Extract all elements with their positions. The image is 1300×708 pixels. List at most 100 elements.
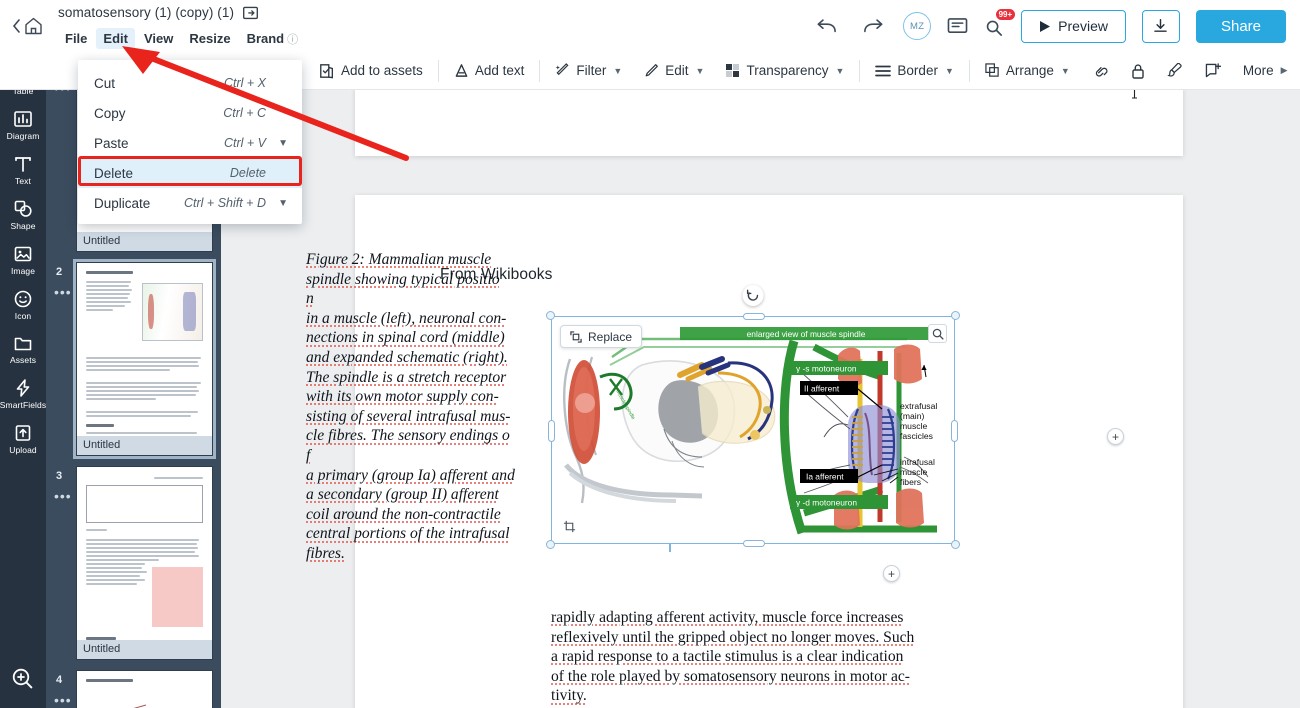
- left-tool-rail: Table Diagram Text Shape Image Icon Asse…: [0, 52, 46, 708]
- menu-item-delete[interactable]: Delete Delete: [78, 158, 302, 188]
- chevron-right-icon: ▶: [1280, 65, 1288, 75]
- add-to-assets-button[interactable]: Add to assets: [308, 58, 434, 84]
- resize-handle-tl[interactable]: [546, 311, 555, 320]
- page-card-3[interactable]: 3 ••• Untitled: [46, 466, 221, 660]
- document-title[interactable]: somatosensory (1) (copy) (1): [58, 5, 234, 20]
- download-button[interactable]: [1141, 9, 1180, 43]
- lock-icon: [1132, 63, 1144, 79]
- lock-button[interactable]: [1120, 58, 1156, 84]
- sidebar-item-text[interactable]: Text: [0, 154, 46, 186]
- filter-wand-icon: [556, 63, 569, 76]
- resize-handle-left[interactable]: [548, 420, 555, 442]
- selected-image-object[interactable]: muscle spindle enlarged view of muscle s…: [546, 285, 960, 549]
- body-line-4: of the role played by somatosensory neur…: [551, 667, 910, 685]
- resize-handle-bottom[interactable]: [743, 540, 765, 547]
- page-options-button-3[interactable]: •••: [54, 489, 72, 503]
- caption-line-12: a primary (group Ia) afferent and: [306, 466, 515, 484]
- image-zoom-button[interactable]: [928, 324, 947, 343]
- move-to-folder-icon[interactable]: [242, 4, 259, 21]
- sidebar-label-upload: Upload: [9, 445, 37, 455]
- brand-info-icon[interactable]: ⓘ: [287, 34, 298, 46]
- resize-handle-bl[interactable]: [546, 540, 555, 549]
- transparency-button[interactable]: Transparency ▼: [715, 58, 855, 84]
- resize-handle-right[interactable]: [951, 420, 958, 442]
- image-add-below-button[interactable]: +: [883, 565, 900, 582]
- add-text-button[interactable]: Add text: [443, 58, 536, 84]
- back-home-button[interactable]: [0, 0, 56, 52]
- page-options-button-2[interactable]: •••: [54, 285, 72, 299]
- chevron-down-icon-2: ▼: [695, 65, 705, 76]
- replace-image-button[interactable]: Replace: [560, 325, 643, 348]
- page-caption[interactable]: Untitled: [77, 232, 212, 251]
- figure-caption-textbox[interactable]: Figure 2: Mammalian muscle spindle showi…: [306, 250, 538, 564]
- preview-button[interactable]: Preview: [1021, 9, 1126, 43]
- redo-button[interactable]: [861, 17, 885, 35]
- page-caption-2[interactable]: Untitled: [77, 436, 212, 455]
- undo-button[interactable]: [815, 17, 839, 35]
- menu-edit[interactable]: Edit: [96, 28, 135, 49]
- menu-item-copy[interactable]: Copy Ctrl + C: [78, 98, 302, 128]
- link-button[interactable]: [1081, 58, 1120, 84]
- menu-view[interactable]: View: [137, 28, 180, 49]
- page-sheet-previous[interactable]: [355, 90, 1183, 156]
- image-add-right-button[interactable]: +: [1107, 428, 1124, 445]
- page-card-4[interactable]: 4 •••: [46, 670, 221, 708]
- menu-resize[interactable]: Resize: [182, 28, 237, 49]
- more-button[interactable]: More ▶: [1232, 58, 1299, 84]
- chevron-down-icon-paste[interactable]: ▼: [270, 138, 288, 149]
- add-text-label: Add text: [474, 63, 525, 78]
- page-thumbnail-4[interactable]: Untitled: [76, 670, 213, 708]
- arrange-button[interactable]: Arrange ▼: [974, 58, 1081, 84]
- menu-item-duplicate[interactable]: Duplicate Ctrl + Shift + D ▼: [78, 188, 302, 218]
- canvas-zoom-button[interactable]: [0, 666, 46, 692]
- share-label: Share: [1220, 17, 1261, 35]
- sidebar-item-shape[interactable]: Shape: [0, 199, 46, 231]
- chevron-down-icon-3: ▼: [835, 65, 845, 76]
- app-root: somatosensory (1) (copy) (1) File Edit V…: [0, 0, 1300, 708]
- edit-image-button[interactable]: Edit ▼: [633, 58, 715, 84]
- thumbnail-line-chart-icon: [133, 704, 147, 708]
- resize-handle-tr[interactable]: [951, 311, 960, 320]
- page-thumbnail-3[interactable]: Untitled: [76, 466, 213, 660]
- rotate-handle[interactable]: [742, 285, 764, 306]
- toolbar-divider-2: [539, 59, 541, 82]
- copy-label: Copy: [94, 105, 126, 121]
- sidebar-item-image[interactable]: Image: [0, 244, 46, 276]
- menu-brand[interactable]: Brand ⓘ: [240, 28, 306, 50]
- resize-handle-br[interactable]: [951, 540, 960, 549]
- intrafusal-label-3: fibers: [900, 477, 921, 487]
- sidebar-item-upload[interactable]: Upload: [0, 423, 46, 455]
- user-avatar[interactable]: MZ: [903, 12, 932, 40]
- page-thumbnail-2[interactable]: Untitled: [73, 259, 216, 459]
- body-paragraph-textbox[interactable]: rapidly adapting afferent activity, musc…: [551, 608, 967, 706]
- menu-file[interactable]: File: [58, 28, 94, 49]
- filter-button[interactable]: Filter ▼: [544, 58, 633, 84]
- copy-shortcut: Ctrl + C: [223, 106, 266, 120]
- sidebar-item-diagram[interactable]: Diagram: [0, 109, 46, 141]
- page-caption-3[interactable]: Untitled: [77, 640, 212, 659]
- menu-item-paste[interactable]: Paste Ctrl + V ▼: [78, 128, 302, 158]
- add-comment-button[interactable]: [1194, 58, 1232, 84]
- border-button[interactable]: Border ▼: [864, 58, 964, 84]
- sidebar-item-assets[interactable]: Assets: [0, 334, 46, 365]
- magnifier-icon: [932, 328, 944, 340]
- resize-handle-top[interactable]: [743, 313, 765, 320]
- page-card-2[interactable]: 2 ••• Untitled: [46, 259, 221, 459]
- edit-dropdown-menu[interactable]: Cut Ctrl + X Copy Ctrl + C Paste Ctrl + …: [78, 60, 302, 224]
- intrafusal-label-2: muscle: [900, 467, 927, 477]
- sidebar-item-icon[interactable]: Icon: [0, 289, 46, 321]
- smiley-icon: [14, 290, 32, 308]
- canvas-area[interactable]: From Wikibooks Figure 2: Mammalian muscl…: [221, 90, 1300, 708]
- toolbar-divider: [437, 59, 439, 82]
- sidebar-item-smartfields[interactable]: SmartFields: [0, 378, 46, 410]
- image-crop-button[interactable]: [560, 517, 578, 535]
- notifications-icon[interactable]: 99+: [984, 9, 1016, 36]
- comments-icon[interactable]: [947, 17, 968, 36]
- menu-item-cut[interactable]: Cut Ctrl + X: [78, 68, 302, 98]
- share-button[interactable]: Share: [1195, 9, 1286, 43]
- chevron-down-icon-5: ▼: [1060, 65, 1070, 76]
- page-options-button-4[interactable]: •••: [54, 693, 72, 707]
- chevron-down-icon-duplicate[interactable]: ▼: [270, 198, 288, 209]
- brush-button[interactable]: [1156, 58, 1194, 84]
- brush-icon: [1167, 62, 1182, 77]
